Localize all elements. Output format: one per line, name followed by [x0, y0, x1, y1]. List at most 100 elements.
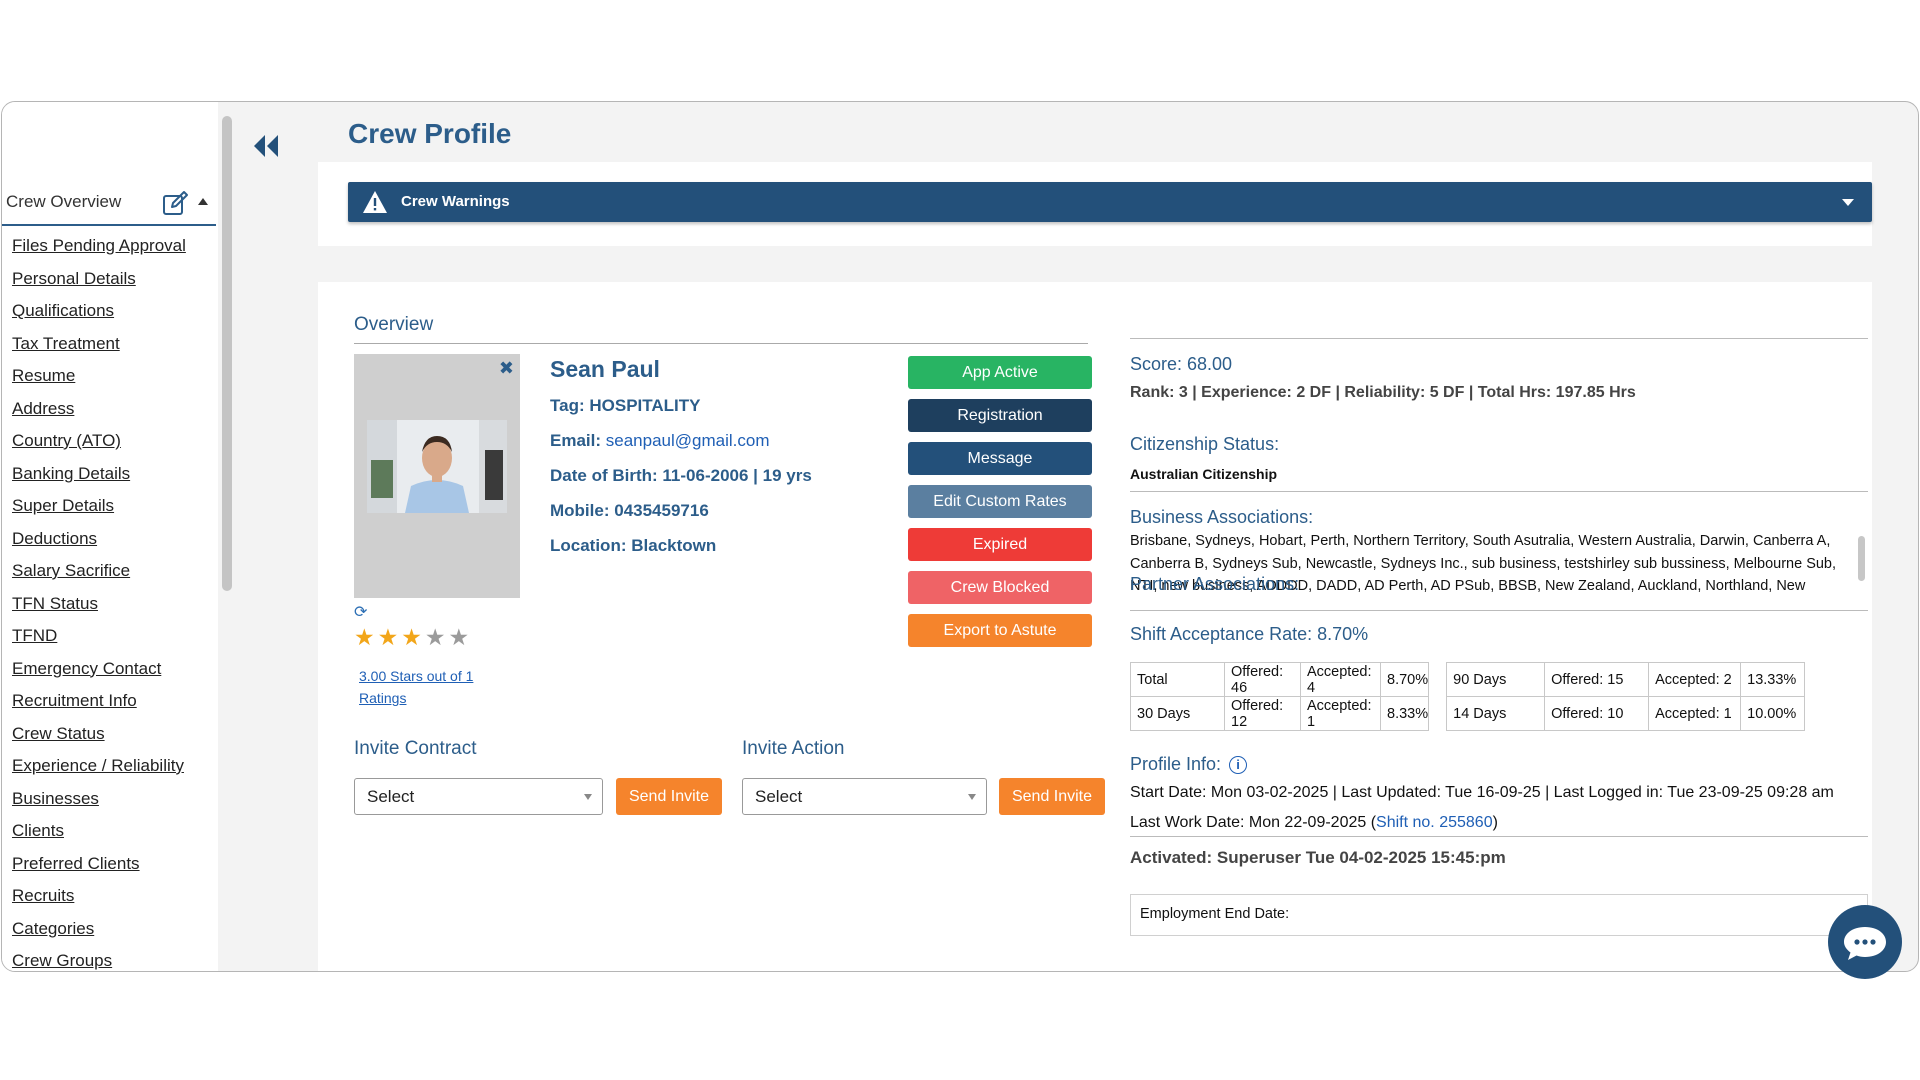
double-chevron-left-icon[interactable] — [250, 132, 282, 160]
crew-warnings-toggle[interactable]: Crew Warnings — [348, 182, 1872, 222]
sidebar-item: TFN Status — [12, 594, 186, 627]
sidebar-link[interactable]: Super Details — [12, 496, 114, 515]
shift-acceptance-rate: Shift Acceptance Rate: 8.70% — [1130, 624, 1369, 644]
divider — [1130, 338, 1868, 339]
star-rating: ★★★★★ — [354, 624, 472, 651]
sidebar-item: Businesses — [12, 789, 186, 822]
sidebar-link[interactable]: TFND — [12, 626, 57, 645]
person-details: Sean Paul Tag: HOSPITALITY Email: seanpa… — [550, 356, 812, 571]
send-invite-contract-button[interactable]: Send Invite — [616, 778, 722, 815]
registration-button[interactable]: Registration — [908, 399, 1092, 432]
invite-contract-label: Invite Contract — [354, 738, 477, 759]
sidebar-item: Qualifications — [12, 301, 186, 334]
email-label: Email: — [550, 431, 602, 450]
dob-value: 11-06-2006 | 19 yrs — [662, 466, 812, 485]
profile-photo — [367, 420, 507, 513]
sidebar-link[interactable]: Preferred Clients — [12, 854, 140, 873]
overview-heading: Overview — [354, 314, 1088, 344]
sidebar-link[interactable]: Deductions — [12, 529, 97, 548]
sidebar-link[interactable]: Tax Treatment — [12, 334, 120, 353]
mobile-row: Mobile: 0435459716 — [550, 501, 812, 536]
dropdown-arrow-icon — [968, 794, 976, 800]
table-cell: 8.70% — [1379, 662, 1430, 697]
sidebar-link[interactable]: Recruits — [12, 886, 74, 905]
app-active-button[interactable]: App Active — [908, 356, 1092, 389]
sidebar: Crew Overview Files Pending Approval Pers… — [2, 102, 218, 971]
sidebar-link[interactable]: Emergency Contact — [12, 659, 161, 678]
invite-action-value: Select — [755, 787, 803, 806]
location-label: Location: — [550, 536, 627, 555]
citizenship-value: Australian Citizenship — [1130, 466, 1278, 482]
last-work-suffix: ) — [1492, 814, 1498, 831]
sidebar-link[interactable]: Files Pending Approval — [12, 236, 186, 255]
table-row: 30 Days Offered: 12 Accepted: 1 8.33% 14 Day… — [1130, 696, 1806, 731]
sidebar-item: Resume — [12, 366, 186, 399]
sidebar-item: Experience / Reliability — [12, 756, 186, 789]
table-cell: 10.00% — [1740, 696, 1806, 731]
sidebar-header: Crew Overview — [2, 186, 216, 226]
edit-custom-rates-button[interactable]: Edit Custom Rates — [908, 485, 1092, 518]
shift-link[interactable]: Shift no. 255860 — [1376, 814, 1493, 831]
info-icon[interactable]: i — [1229, 756, 1248, 774]
table-cell: Accepted: 4 — [1300, 662, 1381, 697]
sidebar-link[interactable]: Country (ATO) — [12, 431, 121, 450]
person-name: Sean Paul — [550, 356, 660, 382]
ratings-link[interactable]: 3.00 Stars out of 1 Ratings — [359, 665, 489, 709]
chevron-down-icon — [1842, 199, 1854, 206]
app-window: Crew Overview Files Pending Approval Pers… — [1, 101, 1919, 972]
table-cell: Offered: 46 — [1224, 662, 1301, 697]
star-icon: ★ — [354, 624, 378, 650]
shift-rates-table: Total Offered: 46 Accepted: 4 8.70% 90 Days O… — [1130, 662, 1806, 731]
email-link[interactable]: seanpaul@gmail.com — [606, 431, 770, 450]
refresh-icon[interactable]: ⟳ — [354, 602, 367, 622]
star-icon: ★ — [377, 624, 402, 650]
business-associations-heading: Business Associations: — [1130, 507, 1314, 527]
sidebar-link[interactable]: Address — [12, 399, 74, 418]
edit-icon[interactable] — [162, 190, 190, 216]
invite-contract-value: Select — [367, 787, 415, 806]
sidebar-link[interactable]: Qualifications — [12, 301, 114, 320]
sidebar-item: Emergency Contact — [12, 659, 186, 692]
profile-info-label: Profile Info: — [1130, 754, 1222, 774]
sidebar-scrollbar[interactable] — [222, 116, 232, 591]
sidebar-link[interactable]: Businesses — [12, 789, 99, 808]
business-scrollbar[interactable] — [1858, 536, 1865, 581]
sidebar-link[interactable]: Resume — [12, 366, 75, 385]
sidebar-link[interactable]: Salary Sacrifice — [12, 561, 130, 580]
table-cell: 14 Days — [1446, 696, 1546, 731]
sidebar-link[interactable]: Personal Details — [12, 269, 136, 288]
sidebar-link[interactable]: Recruitment Info — [12, 691, 137, 710]
sidebar-item: Country (ATO) — [12, 431, 186, 464]
table-cell: Accepted: 1 — [1648, 696, 1742, 731]
table-cell: Offered: 10 — [1544, 696, 1650, 731]
warning-icon — [363, 191, 387, 213]
invite-contract-select[interactable]: Select — [354, 778, 603, 815]
export-to-astute-button[interactable]: Export to Astute — [908, 614, 1092, 647]
table-row: Total Offered: 46 Accepted: 4 8.70% 90 Days O… — [1130, 662, 1806, 697]
mobile-label: Mobile: — [550, 501, 610, 520]
sidebar-item: Recruits — [12, 886, 186, 919]
sidebar-link[interactable]: Clients — [12, 821, 64, 840]
send-invite-action-button[interactable]: Send Invite — [999, 778, 1105, 815]
sidebar-link[interactable]: Banking Details — [12, 464, 130, 483]
table-cell: Offered: 15 — [1544, 662, 1650, 697]
sidebar-link[interactable]: Crew Groups — [12, 951, 112, 970]
sidebar-item: Personal Details — [12, 269, 186, 302]
table-gap — [1429, 697, 1447, 731]
message-button[interactable]: Message — [908, 442, 1092, 475]
close-icon[interactable]: ✖ — [499, 358, 514, 379]
sidebar-item: Crew Status — [12, 724, 186, 757]
sidebar-link[interactable]: Crew Status — [12, 724, 105, 743]
chat-button[interactable] — [1828, 905, 1902, 979]
tag-label: Tag: — [550, 396, 585, 415]
caret-up-icon[interactable] — [198, 198, 208, 205]
expired-button[interactable]: Expired — [908, 528, 1092, 561]
dob-row: Date of Birth: 11-06-2006 | 19 yrs — [550, 466, 812, 501]
location-row: Location: Blacktown — [550, 536, 812, 571]
invite-action-select[interactable]: Select — [742, 778, 987, 815]
sidebar-link[interactable]: Experience / Reliability — [12, 756, 184, 775]
sidebar-item: Tax Treatment — [12, 334, 186, 367]
crew-blocked-button[interactable]: Crew Blocked — [908, 571, 1092, 604]
sidebar-link[interactable]: TFN Status — [12, 594, 98, 613]
sidebar-link[interactable]: Categories — [12, 919, 94, 938]
